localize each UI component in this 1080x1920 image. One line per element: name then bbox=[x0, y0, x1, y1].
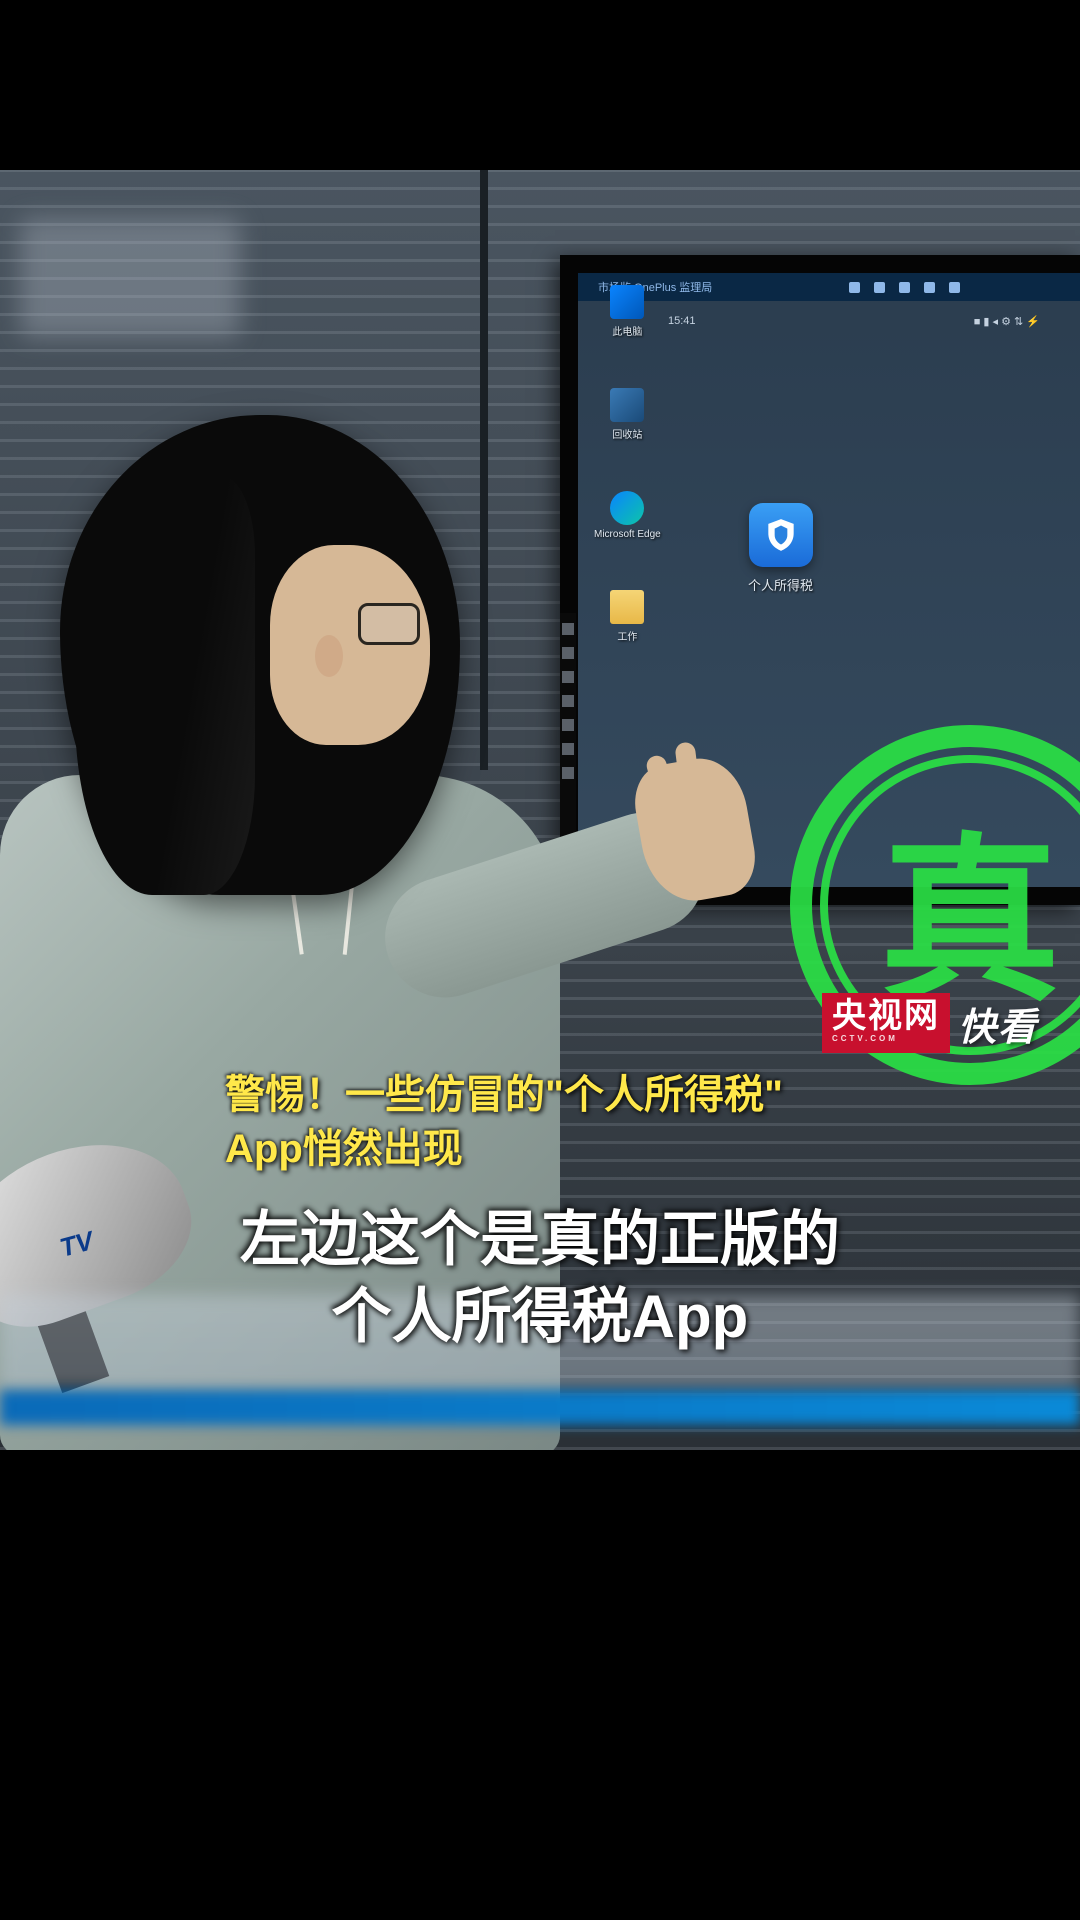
pc-icon bbox=[610, 285, 644, 319]
bin-icon bbox=[610, 388, 644, 422]
desktop-icon-folder: 工作 bbox=[594, 590, 661, 643]
monitor-statusbar: 15:41 ■ ▮ ◂ ⚙ ⇅ ⚡ bbox=[668, 315, 1080, 335]
desktop-icons: 此电脑 回收站 Microsoft Edge 工作 bbox=[594, 285, 661, 643]
channel-logo-side: 快看 bbox=[958, 996, 1038, 1051]
monitor-time: 15:41 bbox=[668, 315, 696, 335]
topbar-icon bbox=[874, 282, 885, 293]
watermark-blur bbox=[20, 218, 240, 338]
topbar-icon bbox=[899, 282, 910, 293]
edge-icon bbox=[610, 491, 644, 525]
folder-icon bbox=[610, 590, 644, 624]
shield-icon bbox=[762, 516, 800, 554]
glasses-icon bbox=[358, 603, 420, 645]
video-frame: 市场监 OnePlus 监理局 15:41 ■ ▮ ◂ ⚙ ⇅ ⚡ 此电脑 回收… bbox=[0, 170, 1080, 1450]
topbar-icon bbox=[849, 282, 860, 293]
desktop-icon-label: 工作 bbox=[617, 628, 637, 643]
tax-app-icon bbox=[749, 503, 813, 567]
tax-app-icon-block: 个人所得税 bbox=[748, 503, 813, 594]
desktop-icon-pc: 此电脑 bbox=[594, 285, 661, 338]
desktop-icon-label: 回收站 bbox=[612, 426, 642, 441]
desktop-icon-bin: 回收站 bbox=[594, 388, 661, 441]
subtitle-caption: 左边这个是真的正版的 个人所得税App bbox=[0, 1202, 1080, 1356]
desktop-icon-edge: Microsoft Edge bbox=[594, 491, 661, 540]
tax-app-label: 个人所得税 bbox=[748, 575, 813, 594]
desktop-icon-label: 此电脑 bbox=[612, 323, 642, 338]
headline-line2: App悄然出现 bbox=[225, 1122, 783, 1176]
desktop-icon-label: Microsoft Edge bbox=[594, 529, 661, 540]
subtitle-line1: 左边这个是真的正版的 bbox=[0, 1202, 1080, 1279]
monitor-status-icons: ■ ▮ ◂ ⚙ ⇅ ⚡ bbox=[974, 315, 1040, 335]
subtitle-line2: 个人所得税App bbox=[0, 1279, 1080, 1356]
channel-logo-red: 央视网 CCTV.COM bbox=[822, 993, 950, 1053]
channel-logo-sub: CCTV.COM bbox=[832, 1035, 940, 1043]
channel-logo-main: 央视网 bbox=[832, 999, 940, 1033]
person-ear bbox=[315, 635, 343, 677]
headline-caption: 警惕！一些仿冒的"个人所得税" App悄然出现 bbox=[225, 1068, 783, 1176]
topbar-icon bbox=[949, 282, 960, 293]
channel-logo: 央视网 CCTV.COM 快看 bbox=[822, 993, 1038, 1053]
headline-line1: 警惕！一些仿冒的"个人所得税" bbox=[225, 1068, 783, 1122]
topbar-icon bbox=[924, 282, 935, 293]
